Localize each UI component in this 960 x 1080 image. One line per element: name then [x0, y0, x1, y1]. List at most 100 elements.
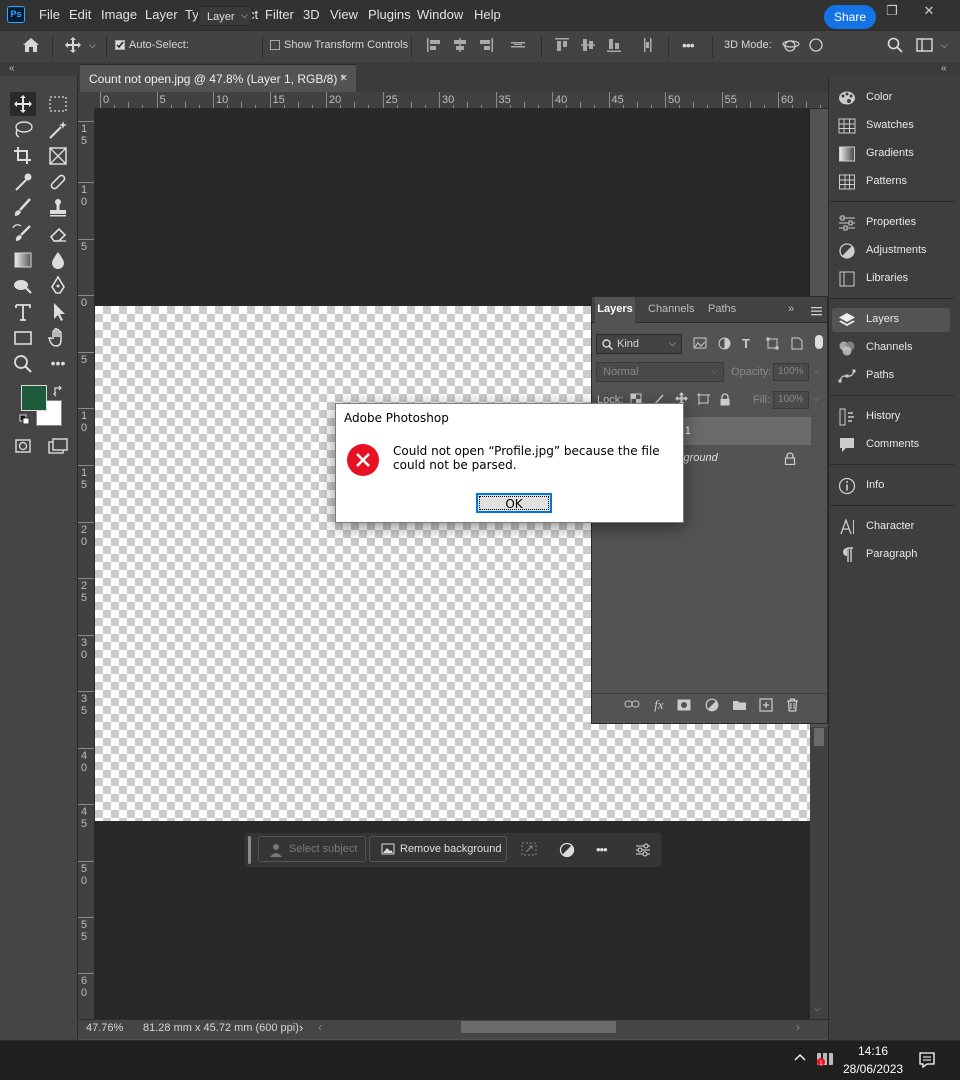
align-middle-icon[interactable] — [580, 37, 596, 53]
marquee-tool-icon[interactable] — [45, 92, 71, 116]
panel-dock-libraries[interactable]: Libraries — [832, 267, 950, 291]
eraser-tool-icon[interactable] — [45, 222, 71, 246]
frame-tool-icon[interactable] — [45, 144, 71, 168]
default-colors-icon[interactable] — [19, 414, 31, 426]
distribute-vertical-icon[interactable] — [640, 37, 656, 53]
scroll-left-icon[interactable]: ‹ — [318, 1020, 322, 1034]
close-document-icon[interactable]: × — [340, 70, 348, 85]
move-tool-icon[interactable] — [64, 36, 82, 54]
panel-dock-gradients[interactable]: Gradients — [832, 142, 950, 166]
align-top-icon[interactable] — [554, 37, 570, 53]
panel-menu-icon[interactable] — [811, 306, 823, 316]
adjustment-icon[interactable] — [559, 842, 575, 858]
menu-view[interactable]: View — [330, 7, 358, 22]
gradient-tool-icon[interactable] — [10, 248, 36, 272]
panel-dock-layers[interactable]: Layers — [832, 308, 950, 332]
more-options-icon[interactable]: ••• — [682, 37, 695, 53]
rectangle-tool-icon[interactable] — [10, 326, 36, 350]
zoom-tool-icon[interactable] — [10, 352, 36, 376]
menu-plugins[interactable]: Plugins — [368, 7, 411, 22]
scroll-right-icon[interactable]: › — [796, 1020, 800, 1034]
healing-brush-tool-icon[interactable] — [45, 170, 71, 194]
edit-toolbar-icon[interactable]: ••• — [45, 352, 71, 376]
menu-edit[interactable]: Edit — [69, 7, 91, 22]
filter-toggle[interactable] — [815, 335, 823, 349]
menu-filter[interactable]: Filter — [265, 7, 294, 22]
panel-dock-paragraph[interactable]: Paragraph — [832, 543, 950, 567]
share-button[interactable]: Share — [824, 5, 876, 29]
lasso-tool-icon[interactable] — [10, 118, 36, 142]
path-selection-tool-icon[interactable] — [45, 300, 71, 324]
3d-roll-icon[interactable] — [808, 37, 824, 53]
notification-center-icon[interactable] — [918, 1051, 936, 1069]
blend-mode-dropdown[interactable]: Normal ⌵ — [596, 362, 724, 382]
drag-handle[interactable] — [248, 836, 251, 864]
chevron-down-icon[interactable]: ⌵ — [89, 40, 96, 51]
blur-tool-icon[interactable] — [45, 248, 71, 272]
tab-layers[interactable]: Layers — [595, 297, 635, 323]
document-tab[interactable]: Count not open.jpg @ 47.8% (Layer 1, RGB… — [80, 64, 356, 92]
hand-tool-icon[interactable] — [45, 326, 71, 350]
zoom-level[interactable]: 47.76% — [86, 1022, 123, 1034]
opacity-chevron-icon[interactable]: ⌵ — [813, 365, 820, 376]
filter-kind-dropdown[interactable]: Kind ⌵ — [596, 334, 682, 354]
antivirus-tray-icon[interactable]: 1 — [816, 1051, 834, 1067]
auto-select-target-dropdown[interactable]: Layer ⌵ — [198, 6, 252, 26]
collapse-toolbar-icon[interactable]: « — [9, 63, 15, 74]
panel-dock-color[interactable]: Color — [832, 86, 950, 110]
menu-image[interactable]: Image — [101, 7, 137, 22]
filter-smart-object-icon[interactable] — [790, 337, 803, 350]
brush-tool-icon[interactable] — [10, 196, 36, 220]
panel-dock-channels[interactable]: Channels — [832, 336, 950, 360]
clone-stamp-tool-icon[interactable] — [45, 196, 71, 220]
auto-select-checkbox[interactable] — [115, 40, 125, 50]
menu-3d[interactable]: 3D — [303, 7, 320, 22]
horizontal-scroll-thumb[interactable] — [461, 1021, 616, 1033]
link-layers-icon[interactable] — [624, 699, 640, 715]
vertical-scrollbar[interactable] — [810, 727, 828, 1019]
menu-help[interactable]: Help — [474, 7, 501, 22]
remove-background-button[interactable]: Remove background — [369, 836, 507, 862]
clock-time[interactable]: 14:16 — [858, 1044, 888, 1058]
lock-all-icon[interactable] — [719, 393, 731, 406]
fill-chevron-icon[interactable]: ⌵ — [813, 393, 820, 404]
distribute-horizontal-icon[interactable] — [510, 37, 526, 53]
filter-type-icon[interactable]: T — [742, 336, 750, 351]
transform-selection-icon[interactable] — [521, 842, 537, 856]
select-subject-button[interactable]: Select subject — [258, 836, 366, 862]
ok-button[interactable]: OK — [476, 493, 552, 513]
workspace-icon[interactable] — [916, 37, 934, 53]
panel-dock-comments[interactable]: Comments — [832, 433, 950, 457]
lock-artboard-icon[interactable] — [697, 393, 710, 405]
show-hidden-icons-icon[interactable] — [794, 1053, 806, 1061]
menu-layer[interactable]: Layer — [145, 7, 178, 22]
menu-window[interactable]: Window — [417, 7, 463, 22]
panel-dock-character[interactable]: Character — [832, 515, 950, 539]
dodge-tool-icon[interactable] — [10, 274, 36, 298]
workspace-chevron-icon[interactable]: ⌵ — [941, 40, 948, 51]
new-adjustment-layer-icon[interactable] — [705, 698, 721, 714]
panel-dock-history[interactable]: History — [832, 405, 950, 429]
status-menu-icon[interactable]: › — [299, 1020, 303, 1035]
panel-dock-info[interactable]: Info — [832, 474, 950, 498]
panel-dock-patterns[interactable]: Patterns — [832, 170, 950, 194]
filter-shape-icon[interactable] — [766, 337, 779, 350]
filter-adjustment-icon[interactable] — [718, 337, 731, 350]
filter-pixel-icon[interactable] — [693, 337, 707, 349]
restore-button[interactable]: ❐ — [880, 3, 904, 21]
layers-scrollbar[interactable] — [811, 417, 827, 693]
add-mask-icon[interactable] — [677, 699, 693, 715]
quick-mask-icon[interactable] — [10, 434, 36, 458]
scroll-down-icon[interactable]: ⌵ — [814, 1003, 821, 1014]
opacity-field[interactable]: 100% — [773, 363, 809, 381]
3d-orbit-icon[interactable] — [782, 37, 800, 53]
align-right-icon[interactable] — [478, 37, 494, 53]
vertical-scroll-thumb[interactable] — [814, 728, 824, 746]
tab-channels[interactable]: Channels — [648, 303, 694, 315]
tab-paths[interactable]: Paths — [708, 303, 736, 315]
align-bottom-icon[interactable] — [606, 37, 622, 53]
pen-tool-icon[interactable] — [45, 274, 71, 298]
delete-layer-icon[interactable] — [786, 698, 802, 714]
move-tool[interactable] — [10, 92, 36, 116]
more-options-icon[interactable]: ••• — [596, 842, 608, 857]
